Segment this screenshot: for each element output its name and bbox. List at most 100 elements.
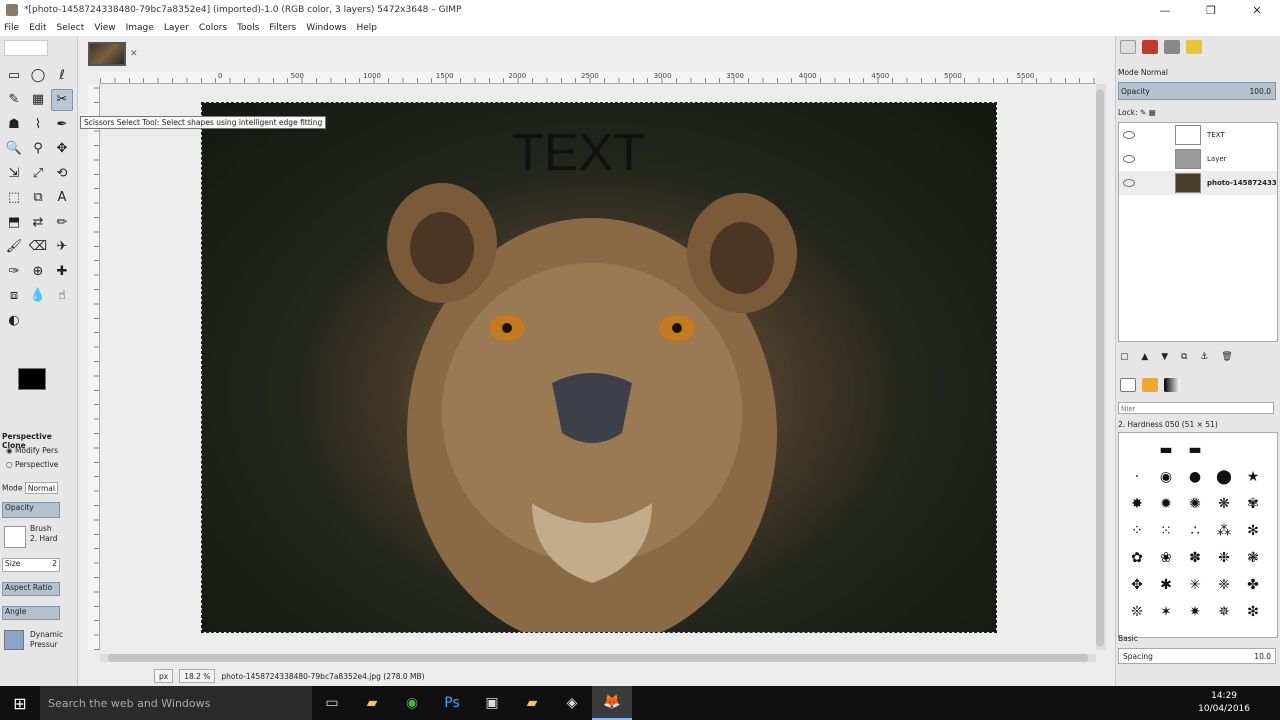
menu-colors[interactable]: Colors [199,23,227,33]
file-explorer-icon[interactable]: ▰ [352,686,392,720]
duplicate-layer-icon[interactable]: ⧉ [1181,352,1187,362]
menu-select[interactable]: Select [57,23,85,33]
gimp-taskbar-icon[interactable]: 🦊 [592,686,632,720]
paintbrush-icon[interactable]: 🖌 [3,236,25,258]
free-select-icon[interactable]: ℓ [51,64,73,86]
perspective-clone-radio[interactable]: ○ Perspective [6,460,58,469]
menu-file[interactable]: File [4,23,19,33]
clone-icon[interactable]: ✚ [51,260,73,282]
opacity-slider[interactable]: Opacity [2,502,60,518]
brush-item[interactable]: ✷ [1181,599,1209,625]
brush-item[interactable]: ● [1181,464,1209,490]
brush-item[interactable]: ❋ [1210,491,1238,517]
media-app-icon[interactable]: ▣ [472,686,512,720]
brush-filter-input[interactable] [1118,402,1274,414]
unit-select[interactable]: px [154,669,174,683]
brush-item[interactable]: ★ [1239,464,1267,490]
brush-value[interactable]: 2. Hard [30,534,58,543]
folder-icon[interactable]: ▰ [512,686,552,720]
ellipse-select-icon[interactable]: ◯ [27,64,49,86]
scissors-select-icon[interactable]: ✂ [51,88,73,111]
brush-item[interactable]: ✤ [1239,572,1267,598]
brush-item[interactable]: ✿ [1123,545,1151,571]
minimize-button[interactable]: — [1142,0,1188,20]
vertical-scrollbar[interactable] [1096,84,1106,650]
brush-item[interactable]: ✺ [1181,491,1209,517]
brush-preview[interactable] [4,526,26,548]
brush-item[interactable]: ⁙ [1152,518,1180,544]
layer-opacity-slider[interactable]: Opacity 100.0 [1118,82,1276,100]
horizontal-ruler[interactable]: 0 500 1000 1500 2000 2500 3000 3500 4000 4500 5000… [100,72,1096,84]
lower-layer-icon[interactable]: ▼ [1161,352,1168,362]
brush-item[interactable]: ∴ [1181,518,1209,544]
brush-item[interactable]: ▬ [1181,437,1209,463]
foreground-select-icon[interactable]: ☗ [3,113,25,135]
paths-icon[interactable]: ⌇ [27,113,49,135]
size-slider[interactable]: Size 2 [2,558,60,572]
spacing-slider[interactable]: Spacing 10.0 [1118,648,1276,664]
menu-layer[interactable]: Layer [164,23,189,33]
smudge-icon[interactable]: ☝ [51,285,73,307]
menu-image[interactable]: Image [126,23,154,33]
zoom-icon[interactable]: 🔍 [3,138,25,160]
dynamics-icon[interactable] [4,630,24,650]
brush-item[interactable] [1239,437,1267,463]
brush-item[interactable]: ⁂ [1210,518,1238,544]
ink-icon[interactable]: ✑ [3,260,25,282]
brush-item[interactable]: ✽ [1181,545,1209,571]
foreground-color-swatch[interactable] [18,368,46,390]
menu-help[interactable]: Help [356,23,377,33]
brush-item[interactable] [1210,437,1238,463]
menu-filters[interactable]: Filters [269,23,296,33]
brush-item[interactable]: ❈ [1210,572,1238,598]
system-clock[interactable]: 14:29 10/04/2016 [1198,690,1250,716]
windows-start-icon[interactable]: ⊞ [0,686,40,720]
anchor-layer-icon[interactable]: ⚓ [1200,352,1208,362]
heal-icon[interactable]: ⊕ [27,260,49,282]
brush-category[interactable]: Basic [1118,630,1138,646]
perspective-clone-icon[interactable]: ⧈ [3,285,25,307]
brush-item[interactable]: ❇ [1239,599,1267,625]
taskbar-search[interactable]: Search the web and Windows [40,686,312,720]
eye-icon[interactable] [1123,131,1135,139]
menu-edit[interactable]: Edit [29,23,46,33]
brushes-tab-icon[interactable] [1120,378,1136,392]
eye-icon[interactable] [1123,155,1135,163]
crop-icon[interactable]: ⤢ [27,162,49,184]
brush-item[interactable]: ⬤ [1210,464,1238,490]
eye-icon[interactable] [1123,179,1135,187]
brush-item[interactable]: ✥ [1123,572,1151,598]
horizontal-scroll-thumb[interactable] [108,654,1088,662]
brush-item[interactable]: ❀ [1152,545,1180,571]
flip-icon[interactable]: ⇄ [27,211,49,233]
layers-tab-icon[interactable] [1120,40,1136,54]
brush-item[interactable]: ❃ [1239,545,1267,571]
inkscape-icon[interactable]: ◈ [552,686,592,720]
eraser-icon[interactable]: ⌫ [27,236,49,258]
lock-pixels-icon[interactable]: ✎ [1140,108,1146,117]
brush-item[interactable]: ◉ [1152,464,1180,490]
patterns-tab-icon[interactable] [1142,378,1158,392]
brush-item[interactable]: · [1123,464,1151,490]
rotate-icon[interactable]: ⟲ [51,162,73,184]
close-button[interactable]: ✕ [1234,0,1280,20]
maximize-button[interactable]: ❐ [1188,0,1234,20]
angle-slider[interactable]: Angle [2,606,60,620]
brush-item[interactable]: ✳ [1181,572,1209,598]
brush-item[interactable] [1123,437,1151,463]
horizontal-scrollbar[interactable] [100,654,1096,662]
dodge-burn-icon[interactable]: ◐ [3,309,25,331]
mode-select[interactable]: Normal [24,482,58,494]
layer-row[interactable]: Layer [1119,147,1277,171]
menu-windows[interactable]: Windows [306,23,346,33]
tab-close-icon[interactable]: ✕ [130,49,138,59]
brush-item[interactable]: ✵ [1210,599,1238,625]
photoshop-icon[interactable]: Ps [432,686,472,720]
task-view-icon[interactable]: ▭ [312,686,352,720]
new-layer-icon[interactable]: ▢ [1120,352,1129,362]
paths-tab-icon[interactable] [1164,40,1180,54]
align-icon[interactable]: ⇲ [3,162,25,184]
layer-mode-select[interactable]: Normal [1141,68,1168,77]
undo-tab-icon[interactable] [1186,40,1202,54]
brush-item[interactable]: ✻ [1239,518,1267,544]
